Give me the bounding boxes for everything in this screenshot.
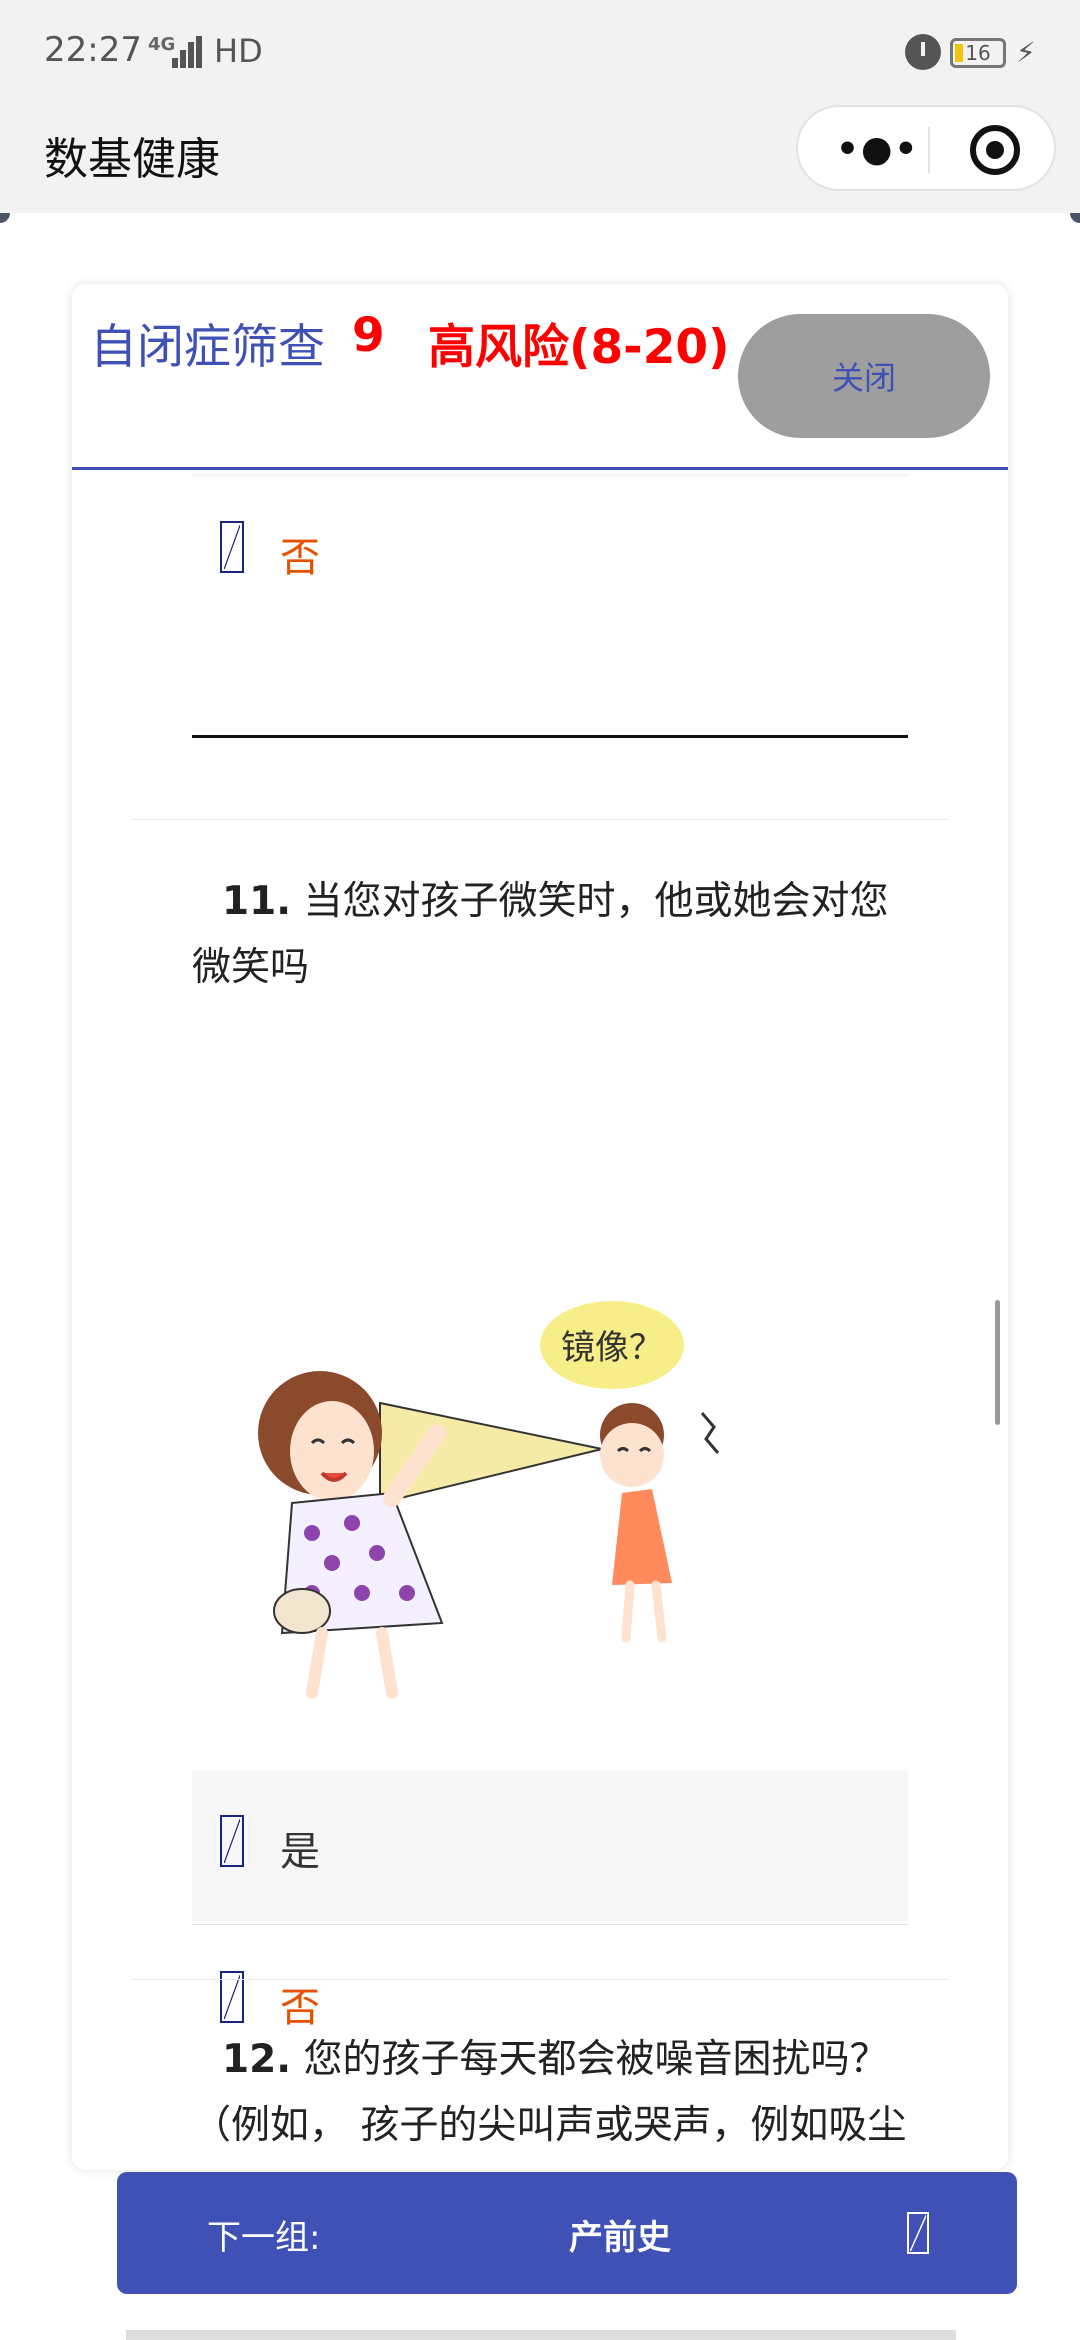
hd-indicator: HD bbox=[214, 32, 263, 70]
questionnaire-body: 否 11. 当您对孩子微笑时，他或她会对您微笑吗 镜像？ 是 否 bbox=[72, 473, 1008, 2170]
separator bbox=[192, 1924, 908, 1925]
arrow-icon[interactable] bbox=[907, 2212, 929, 2254]
battery-icon: 16 bbox=[950, 38, 1006, 68]
next-group-label: 下一组: bbox=[207, 2218, 321, 2258]
status-bar: 22:27 4G HD 16 ⚡ bbox=[0, 0, 1080, 105]
screening-score: 9 bbox=[352, 308, 385, 363]
app-header: 数基健康 •●• bbox=[0, 105, 1080, 213]
more-dots-icon[interactable]: •●• bbox=[836, 129, 919, 170]
separator bbox=[132, 1979, 948, 1980]
modal-title: 自闭症筛查 bbox=[90, 320, 325, 375]
close-button[interactable]: 关闭 bbox=[738, 314, 990, 438]
alarm-icon bbox=[905, 34, 941, 70]
scrollbar[interactable] bbox=[995, 1300, 1000, 1425]
bubble-text: 镜像？ bbox=[561, 1328, 663, 1368]
question-number: 12. bbox=[222, 2037, 292, 2082]
question-number: 11. bbox=[222, 879, 292, 924]
question-text: 您的孩子每天都会被噪音困扰吗？ （例如， 孩子的尖叫声或哭声，例如吸尘器或响亮的… bbox=[192, 2037, 907, 2170]
q11-option-yes[interactable]: 是 bbox=[192, 1771, 908, 1921]
option-label: 否 bbox=[280, 535, 320, 581]
next-group-bar[interactable]: 下一组: 产前史 bbox=[117, 2172, 1017, 2294]
answer-line bbox=[192, 735, 908, 738]
modal-header: 自闭症筛查 9 高风险(8-20) 关闭 bbox=[72, 284, 1008, 470]
status-time: 22:27 bbox=[44, 30, 142, 70]
capsule-divider bbox=[928, 127, 930, 173]
question-text: 当您对孩子微笑时，他或她会对您微笑吗 bbox=[192, 879, 889, 990]
charging-icon: ⚡ bbox=[1016, 36, 1036, 69]
mirror-smile-illustration: 镜像？ bbox=[192, 1293, 908, 1743]
question-12: 12. 您的孩子每天都会被噪音困扰吗？ （例如， 孩子的尖叫声或哭声，例如吸尘器… bbox=[192, 2027, 908, 2170]
app-title: 数基健康 bbox=[44, 134, 220, 185]
checkbox-icon[interactable] bbox=[220, 521, 244, 573]
mini-program-capsule: •●• bbox=[796, 105, 1056, 191]
checkbox-icon[interactable] bbox=[220, 1815, 244, 1867]
question-11: 11. 当您对孩子微笑时，他或她会对您微笑吗 bbox=[192, 869, 908, 1001]
signal-icon bbox=[172, 36, 202, 68]
target-icon[interactable] bbox=[970, 125, 1020, 175]
separator bbox=[132, 819, 948, 820]
battery-level: 16 bbox=[965, 41, 991, 65]
screening-modal: 自闭症筛查 9 高风险(8-20) 关闭 否 11. 当您对孩子微笑时，他或她会… bbox=[72, 284, 1008, 2170]
q10-option-no[interactable]: 否 bbox=[192, 477, 908, 627]
bottom-nav-strip bbox=[126, 2330, 956, 2340]
next-group-target: 产前史 bbox=[569, 2218, 671, 2258]
option-label: 是 bbox=[280, 1829, 320, 1875]
q12-container: 12. 您的孩子每天都会被噪音困扰吗？ （例如， 孩子的尖叫声或哭声，例如吸尘器… bbox=[72, 1979, 1008, 2170]
risk-level: 高风险(8-20) bbox=[428, 320, 730, 375]
